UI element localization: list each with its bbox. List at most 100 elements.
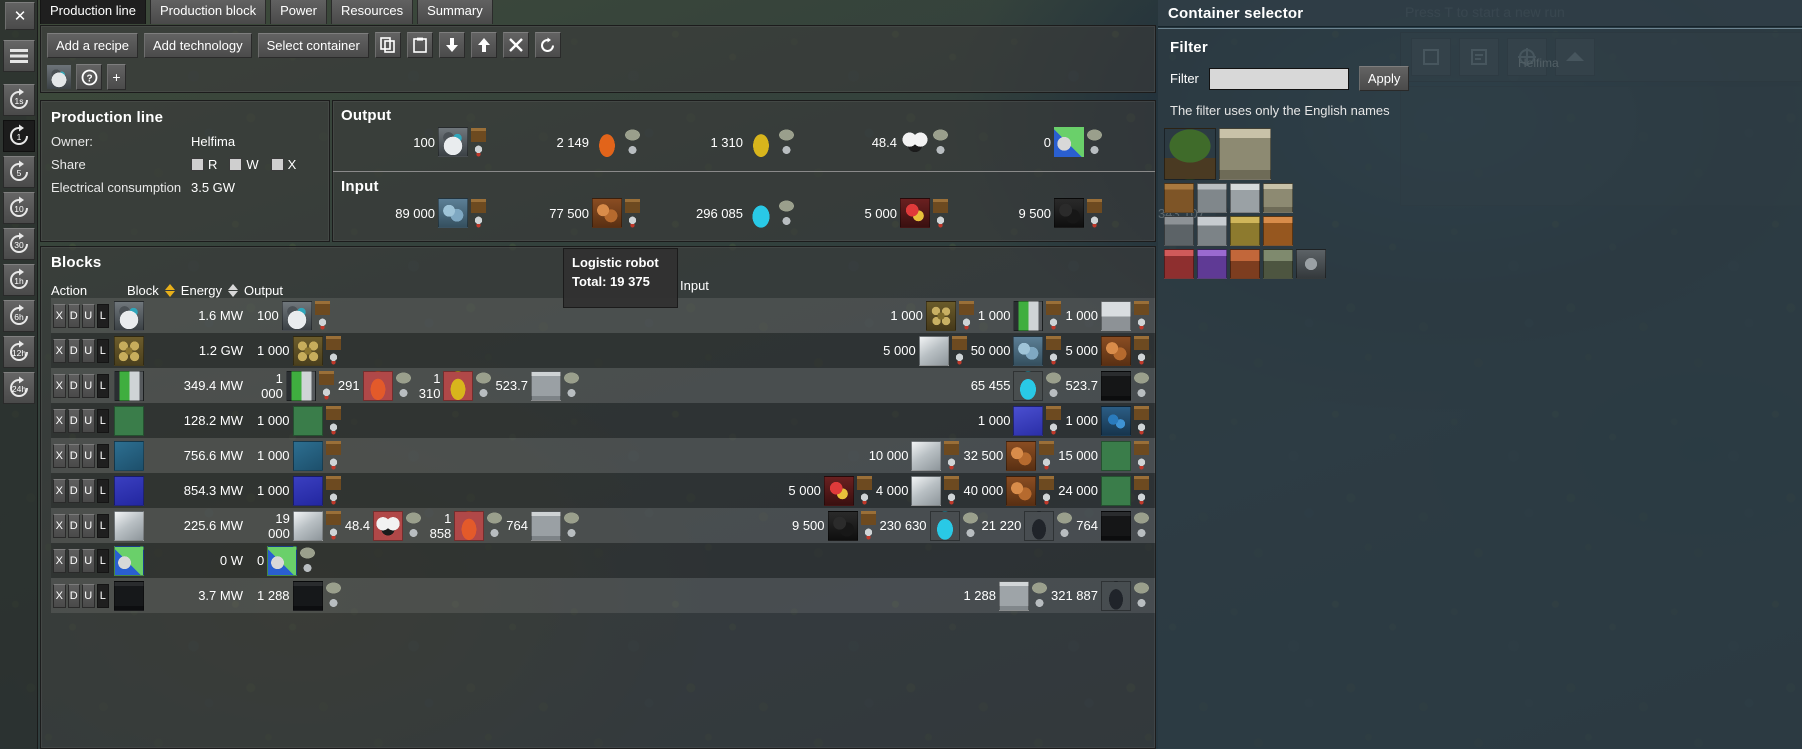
input-cell[interactable]: 32 500 [963, 440, 1055, 471]
action-button-l[interactable]: L [96, 338, 109, 363]
action-button-x[interactable]: X [53, 478, 66, 503]
input-cell[interactable]: 24 000 [1058, 475, 1149, 506]
output-cell[interactable]: 48.4 [345, 510, 422, 541]
output-cell[interactable]: 1 000 [257, 440, 341, 471]
share-checkbox-w[interactable] [229, 158, 243, 171]
heavy-oil-barrel-icon[interactable] [1101, 370, 1131, 401]
table-row[interactable]: X D U L 225.6 MW 19 000 48.4 1 858 764 9 500 230 6… [51, 508, 1155, 543]
crude-oil-icon[interactable] [1024, 510, 1055, 541]
action-button-l[interactable]: L [96, 373, 109, 398]
table-row[interactable]: X D U L 128.2 MW 1 000 1 000 1 000 [51, 403, 1155, 438]
action-button-x[interactable]: X [53, 373, 66, 398]
input-cell[interactable]: 1 000 [1065, 300, 1149, 331]
time-button-1s[interactable]: 1s [2, 84, 35, 116]
copper-ore-icon[interactable] [1101, 335, 1131, 366]
empty-barrel-icon[interactable] [999, 580, 1029, 611]
input-cell[interactable]: 5 000 [788, 475, 872, 506]
tab-power[interactable]: Power [270, 0, 327, 24]
input-item[interactable]: 9 500 [989, 198, 1139, 228]
logistic-robot-icon[interactable] [114, 300, 144, 331]
action-button-x[interactable]: X [53, 338, 66, 363]
input-cell[interactable]: 1 288 [963, 580, 1047, 611]
energy-sort-toggle[interactable] [228, 284, 238, 297]
crude-oil-drop-icon[interactable] [592, 127, 622, 157]
output-item[interactable]: 0 [989, 127, 1139, 157]
electronic-board-icon[interactable] [1101, 300, 1131, 331]
output-cell[interactable]: 1 000 [257, 475, 341, 506]
input-cell[interactable]: 15 000 [1058, 440, 1149, 471]
block-sort-toggle[interactable] [164, 284, 175, 297]
iron-ore-icon[interactable] [1013, 335, 1044, 366]
download-arrow-icon[interactable] [438, 32, 465, 58]
filter-input[interactable] [1208, 67, 1349, 90]
upload-arrow-icon[interactable] [470, 32, 497, 58]
action-button-d[interactable]: D [67, 408, 80, 433]
advanced-circuit-icon[interactable] [292, 440, 323, 471]
lubricant-drop-icon[interactable] [746, 127, 776, 157]
gear-wheel-icon[interactable] [292, 335, 323, 366]
electronic-circuit-icon[interactable] [1101, 440, 1131, 471]
action-button-l[interactable]: L [96, 478, 109, 503]
storage-tank-icon[interactable] [1263, 183, 1293, 213]
action-button-x[interactable]: X [53, 408, 66, 433]
coal-icon[interactable] [1054, 198, 1084, 228]
oil-barrel-icon[interactable] [114, 580, 144, 611]
input-cell[interactable]: 9 500 [792, 510, 876, 541]
processing-unit-icon[interactable] [292, 475, 323, 506]
action-button-u[interactable]: U [82, 443, 95, 468]
time-button-24h[interactable]: 24h [2, 372, 35, 404]
output-item[interactable]: 48.4 [835, 127, 985, 157]
action-button-u[interactable]: U [82, 513, 95, 538]
input-item[interactable]: 77 500 [527, 198, 677, 228]
electronic-circuit-icon[interactable] [114, 405, 144, 436]
input-cell[interactable]: 523.7 [1065, 370, 1149, 401]
plastic-molecule-icon[interactable] [900, 127, 930, 157]
output-cell[interactable]: 291 [338, 370, 411, 401]
action-button-d[interactable]: D [67, 548, 80, 573]
action-button-l[interactable]: L [96, 443, 109, 468]
input-cell[interactable]: 65 455 [971, 370, 1062, 401]
time-button-6h[interactable]: 6h [2, 300, 35, 332]
input-cell[interactable]: 230 630 [880, 510, 978, 541]
iron-plate-icon[interactable] [911, 475, 942, 506]
action-button-x[interactable]: X [53, 548, 66, 573]
input-cell[interactable]: 40 000 [963, 475, 1055, 506]
input-cell[interactable]: 5 000 [883, 335, 967, 366]
time-button-30[interactable]: 30 [2, 228, 35, 260]
add-technology-button[interactable]: Add technology [144, 32, 252, 58]
table-row[interactable]: XDUL 0 W 0 [51, 543, 1155, 578]
close-window-button[interactable]: ✕ [5, 2, 35, 30]
table-row[interactable]: X D U L 349.4 MW 1 000 291 1 310 523.7 65 455 523.… [51, 368, 1155, 403]
processing-unit-icon[interactable] [114, 475, 144, 506]
delete-x-icon[interactable] [502, 32, 529, 58]
battery-icon[interactable] [285, 370, 316, 401]
share-checkbox-r[interactable] [191, 158, 204, 171]
copper-ore-icon[interactable] [592, 198, 622, 228]
iron-plate-icon[interactable] [114, 510, 144, 541]
select-container-button[interactable]: Select container [257, 32, 369, 58]
input-item[interactable]: 5 000 [835, 198, 985, 228]
crude-oil-icon[interactable] [1101, 580, 1131, 611]
iron-plate-icon[interactable] [918, 335, 949, 366]
water-drop-icon[interactable] [746, 198, 776, 228]
oil-barrel-icon[interactable] [292, 580, 323, 611]
water-drop-icon[interactable] [1013, 370, 1044, 401]
action-button-u[interactable]: U [82, 548, 95, 573]
table-row[interactable]: X D U L 756.6 MW 1 000 10 000 32 500 15 000 [51, 438, 1155, 473]
table-row[interactable]: X D U L 1.2 GW 1 000 5 000 50 000 5 000 [51, 333, 1155, 368]
steel-gear-icon[interactable] [925, 300, 956, 331]
refresh-icon[interactable] [534, 32, 561, 58]
time-button-5[interactable]: 5 [2, 156, 35, 188]
iron-plate-icon[interactable] [292, 510, 323, 541]
copper-ore-icon[interactable] [1006, 440, 1037, 471]
input-item[interactable]: 89 000 [373, 198, 523, 228]
science-pack-icon[interactable] [267, 545, 298, 576]
output-cell[interactable]: 1 858 [425, 510, 503, 541]
tab-summary[interactable]: Summary [417, 0, 493, 24]
action-button-u[interactable]: U [82, 373, 95, 398]
time-button-1[interactable]: 1 [2, 120, 35, 152]
heavy-oil-barrel-icon[interactable] [1101, 510, 1131, 541]
action-button-d[interactable]: D [67, 373, 80, 398]
circuit-board-icon[interactable] [1013, 405, 1044, 436]
copper-ore-icon[interactable] [1006, 475, 1037, 506]
